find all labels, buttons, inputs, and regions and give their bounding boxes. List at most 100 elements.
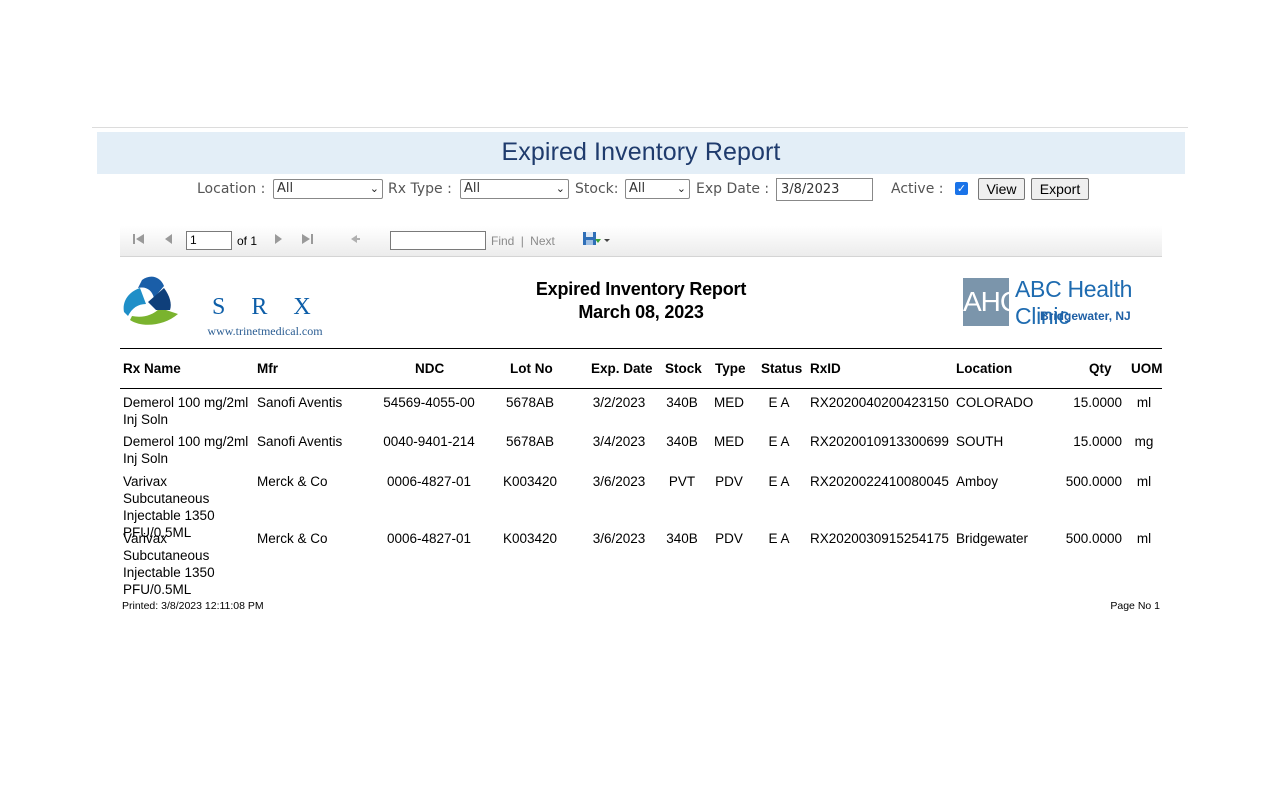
printed-timestamp: Printed: 3/8/2023 12:11:08 PM <box>122 600 264 612</box>
cell-location: Amboy <box>956 474 999 489</box>
cell-stock: 340B <box>666 395 698 410</box>
rx-type-select[interactable]: All ⌄ <box>460 179 569 199</box>
clinic-city: Bridgewater, NJ <box>1040 309 1131 323</box>
next-link[interactable]: Next <box>530 234 555 248</box>
location-label: Location : <box>197 181 266 197</box>
cell-status: E A <box>768 474 790 489</box>
cell-location: SOUTH <box>956 434 1004 449</box>
top-divider <box>92 127 1188 128</box>
first-page-icon[interactable] <box>132 232 146 249</box>
column-header: NDC <box>415 361 445 376</box>
cell-location: Bridgewater <box>956 531 1029 546</box>
last-page-icon[interactable] <box>300 232 314 249</box>
cell-uom: ml <box>1136 531 1152 546</box>
find-link[interactable]: Find <box>491 234 514 248</box>
active-label: Active : <box>891 181 944 197</box>
ahc-logo: AHC <box>963 278 1020 326</box>
next-page-icon[interactable] <box>272 232 284 249</box>
srx-logo-url: www.trinetmedical.com <box>207 324 323 338</box>
cell-lot: 5678AB <box>505 434 555 449</box>
column-header: UOM <box>1131 361 1163 376</box>
back-icon[interactable] <box>348 232 362 249</box>
location-select-value: All <box>277 181 294 196</box>
report-toolbar: 1 of 1 Find | Next <box>120 226 1162 257</box>
page-number: Page No 1 <box>1110 600 1160 612</box>
cell-ndc: 0006-4827-01 <box>386 474 472 489</box>
cell-lot: 5678AB <box>505 395 555 410</box>
cell-status: E A <box>768 395 790 410</box>
table-header-rule <box>120 388 1162 389</box>
cell-rxid: RX2020010913300699 <box>810 434 949 449</box>
view-button[interactable]: View <box>978 178 1025 200</box>
cell-rx-name: Demerol 100 mg/2ml Inj Soln <box>123 434 249 466</box>
cell-type: PDV <box>715 531 743 546</box>
column-header: Rx Name <box>123 361 181 376</box>
column-header: Location <box>956 361 1013 376</box>
column-header: Stock <box>665 361 702 376</box>
page-count-label: of 1 <box>237 234 258 248</box>
cell-rx-name: Demerol 100 mg/2ml Inj Soln <box>123 395 249 427</box>
cell-ndc: 0006-4827-01 <box>386 531 472 546</box>
cell-qty: 15.0000 <box>1073 434 1122 449</box>
location-select[interactable]: All ⌄ <box>273 179 383 199</box>
page-title: Expired Inventory Report <box>501 138 781 166</box>
column-header: Exp. Date <box>591 361 653 376</box>
cell-mfr: Merck & Co <box>257 531 328 546</box>
prev-page-icon[interactable] <box>163 232 175 249</box>
exp-date-label: Exp Date : <box>696 181 770 197</box>
cell-mfr: Merck & Co <box>257 474 328 489</box>
cell-exp-date: 3/4/2023 <box>592 434 646 449</box>
rx-type-select-value: All <box>464 181 481 196</box>
save-icon[interactable] <box>582 230 612 251</box>
column-header: Lot No <box>510 361 553 376</box>
cell-lot: K003420 <box>502 474 558 489</box>
cell-exp-date: 3/6/2023 <box>592 474 646 489</box>
cell-stock: 340B <box>666 434 698 449</box>
chevron-down-icon: ⌄ <box>555 182 565 195</box>
page-title-band: Expired Inventory Report <box>97 132 1185 174</box>
stock-label: Stock: <box>575 181 619 197</box>
cell-uom: mg <box>1134 434 1154 449</box>
cell-rxid: RX2020022410080045 <box>810 474 949 489</box>
cell-ndc: 54569-4055-00 <box>383 395 475 410</box>
cell-exp-date: 3/2/2023 <box>592 395 646 410</box>
page-number-input[interactable]: 1 <box>186 231 232 250</box>
column-header: Qty <box>1089 361 1112 376</box>
cell-rxid: RX2020030915254175 <box>810 531 949 546</box>
cell-uom: ml <box>1136 474 1152 489</box>
cell-qty: 500.0000 <box>1065 531 1122 546</box>
cell-rxid: RX2020040200423150 <box>810 395 949 410</box>
cell-stock: 340B <box>666 531 698 546</box>
cell-qty: 15.0000 <box>1073 395 1122 410</box>
export-button[interactable]: Export <box>1031 178 1089 200</box>
cell-mfr: Sanofi Aventis <box>257 395 343 410</box>
cell-location: COLORADO <box>956 395 1034 410</box>
column-header: Status <box>761 361 803 376</box>
find-next-links: Find | Next <box>491 234 555 248</box>
stock-select-value: All <box>629 181 646 196</box>
cell-exp-date: 3/6/2023 <box>592 531 646 546</box>
cell-status: E A <box>768 434 790 449</box>
column-header: Type <box>715 361 746 376</box>
exp-date-input[interactable]: 3/8/2023 <box>776 178 873 201</box>
cell-qty: 500.0000 <box>1065 474 1122 489</box>
rx-type-label: Rx Type : <box>388 181 452 197</box>
column-header: Mfr <box>257 361 278 376</box>
filter-bar: Location : All ⌄ Rx Type : All ⌄ Stock: … <box>0 178 1280 202</box>
cell-type: MED <box>714 434 744 449</box>
cell-ndc: 0040-9401-214 <box>383 434 475 449</box>
cell-lot: K003420 <box>502 531 558 546</box>
cell-type: PDV <box>715 474 743 489</box>
column-header: RxID <box>810 361 841 376</box>
cell-uom: ml <box>1136 395 1152 410</box>
cell-stock: PVT <box>668 474 696 489</box>
find-input[interactable] <box>390 231 486 250</box>
chevron-down-icon: ⌄ <box>369 182 379 195</box>
cell-type: MED <box>714 395 744 410</box>
stock-select[interactable]: All ⌄ <box>625 179 690 199</box>
cell-mfr: Sanofi Aventis <box>257 434 343 449</box>
active-checkbox[interactable]: ✓ <box>955 182 968 195</box>
cell-status: E A <box>768 531 790 546</box>
find-separator: | <box>520 234 524 248</box>
cell-rx-name: Varivax Subcutaneous Injectable 1350 PFU… <box>123 531 215 597</box>
